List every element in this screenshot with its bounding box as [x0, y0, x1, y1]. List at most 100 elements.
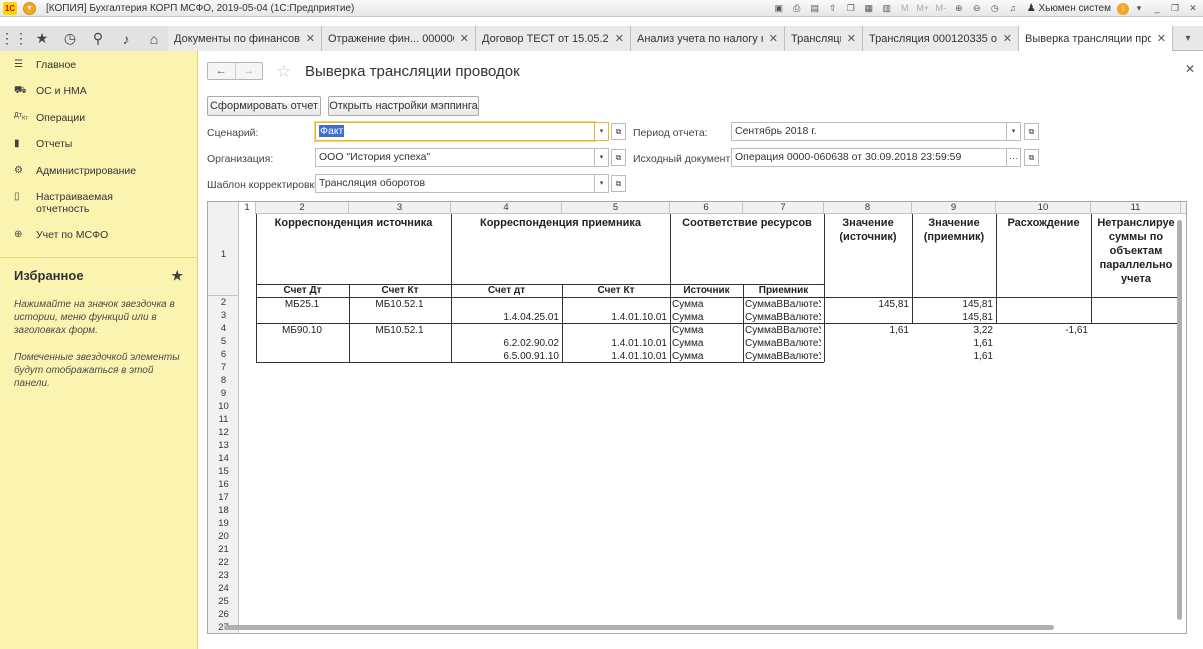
tab-translyaciya[interactable]: Трансляция 000120335 от ... ✕ — [863, 26, 1019, 51]
generate-report-button[interactable]: Сформировать отчет — [207, 96, 321, 116]
template-dropdown-icon[interactable]: ▾ — [595, 174, 609, 193]
m-minus-icon[interactable]: M- — [933, 2, 949, 15]
star-icon[interactable]: ★ — [171, 268, 183, 284]
tab-vyverka[interactable]: Выверка трансляции пров... ✕ — [1019, 26, 1173, 51]
scenario-field[interactable]: Факт — [315, 122, 595, 141]
table-cell-diff[interactable] — [998, 298, 1088, 311]
scroll-thumb[interactable] — [1177, 220, 1182, 620]
copy-icon[interactable]: ❐ — [843, 2, 859, 15]
table-cell-src[interactable]: Сумма — [672, 298, 740, 311]
table-cell-v2[interactable]: 145,81 — [914, 298, 993, 311]
table-cell-src[interactable]: Сумма — [672, 324, 740, 337]
row-header[interactable]: 11 — [208, 413, 239, 426]
zoom-in-icon[interactable]: ⊕ — [951, 2, 967, 15]
close-icon[interactable]: ✕ — [1157, 32, 1166, 45]
table-cell-dt2[interactable] — [453, 324, 559, 337]
table-cell-v2[interactable]: 1,61 — [914, 337, 993, 350]
table-cell-tgt[interactable]: СуммаВВалютеУ — [745, 298, 821, 311]
row-header[interactable]: 9 — [208, 387, 239, 400]
forward-arrow-icon[interactable]: → — [234, 63, 263, 79]
row-header[interactable]: 7 — [208, 361, 239, 374]
table-cell-src[interactable]: Сумма — [672, 350, 740, 363]
row-header[interactable]: 19 — [208, 517, 239, 530]
column-header[interactable]: 8 — [824, 202, 912, 214]
minimize-icon[interactable]: _ — [1149, 2, 1165, 15]
column-header[interactable]: 7 — [743, 202, 824, 214]
close-icon[interactable]: ✕ — [615, 32, 624, 45]
user-name[interactable]: ♟ Хьюмен систем — [1027, 3, 1111, 14]
table-cell-kt2[interactable] — [564, 298, 667, 311]
organization-dropdown-icon[interactable]: ▾ — [595, 148, 609, 167]
row-header[interactable]: 17 — [208, 491, 239, 504]
sidebar-item-custom-reports[interactable]: ▯ Настраиваемая отчетность — [0, 191, 197, 229]
favorites-star-icon[interactable]: ★ — [28, 26, 56, 51]
vertical-scrollbar[interactable] — [1175, 214, 1184, 633]
select-dots-icon[interactable]: … — [1007, 148, 1021, 167]
apps-grid-icon[interactable]: ⋮⋮ — [0, 26, 28, 51]
open-mapping-button[interactable]: Открыть настройки мэппинга — [328, 96, 479, 116]
tab-documents[interactable]: Документы по финансовы... ✕ — [168, 26, 322, 51]
table-cell-v1[interactable] — [826, 337, 909, 350]
column-header[interactable]: 9 — [912, 202, 996, 214]
row-header[interactable]: 18 — [208, 504, 239, 517]
table-cell-kt2[interactable] — [564, 324, 667, 337]
row-header[interactable]: 5 — [208, 335, 239, 348]
row-header[interactable]: 2 — [208, 296, 239, 309]
row-header[interactable]: 15 — [208, 465, 239, 478]
close-icon[interactable]: ✕ — [847, 32, 856, 45]
table-cell-kt2[interactable]: 1.4.01.10.01 — [564, 350, 667, 363]
table-cell-dt[interactable] — [258, 350, 346, 363]
table-cell-dt2[interactable] — [453, 298, 559, 311]
table-cell-src[interactable]: Сумма — [672, 311, 740, 324]
history-icon[interactable]: ◷ — [56, 26, 84, 51]
period-open-icon[interactable]: ⧉ — [1024, 123, 1039, 140]
row-header[interactable]: 23 — [208, 569, 239, 582]
row-header[interactable]: 1 — [208, 214, 239, 296]
table-cell-v1[interactable]: 1,61 — [826, 324, 909, 337]
column-header[interactable]: 4 — [451, 202, 562, 214]
report-spreadsheet[interactable]: 1 2 3 4 5 6 7 8 9 10 11 1 2 3 4 5 6 7 8 9 10 11 12… — [207, 201, 1187, 634]
table-cell-kt[interactable] — [351, 337, 448, 350]
close-icon[interactable]: ✕ — [460, 32, 469, 45]
table-cell-diff[interactable]: -1,61 — [998, 324, 1088, 337]
row-header[interactable]: 21 — [208, 543, 239, 556]
scenario-open-icon[interactable]: ⧉ — [611, 123, 626, 140]
row-header[interactable]: 16 — [208, 478, 239, 491]
tab-translyacii[interactable]: Трансляции ✕ — [785, 26, 863, 51]
sidebar-item-main[interactable]: ☰ Главное — [0, 59, 197, 85]
calendar-icon[interactable]: ▦ — [861, 2, 877, 15]
main-menu-icon[interactable]: ▼ — [23, 1, 36, 15]
table-cell-v2[interactable]: 3,22 — [914, 324, 993, 337]
sidebar-item-msfo[interactable]: ⊕ Учет по МСФО — [0, 229, 197, 253]
row-header[interactable]: 26 — [208, 608, 239, 621]
table-cell-dt[interactable]: МБ25.1 — [258, 298, 346, 311]
organization-open-icon[interactable]: ⧉ — [611, 149, 626, 166]
table-cell-dt[interactable]: МБ90.10 — [258, 324, 346, 337]
table-cell-diff[interactable] — [998, 311, 1088, 324]
m-icon[interactable]: M — [897, 2, 913, 15]
table-cell-v1[interactable] — [826, 311, 909, 324]
tab-otrazhenie[interactable]: Отражение фин... 000000023 ✕ — [322, 26, 476, 51]
sidebar-item-os[interactable]: ⛟ ОС и НМА — [0, 85, 197, 112]
scenario-dropdown-icon[interactable]: ▾ — [595, 122, 609, 141]
sidebar-item-admin[interactable]: ⚙ Администрирование — [0, 165, 197, 191]
row-header[interactable]: 8 — [208, 374, 239, 387]
table-cell-v1[interactable] — [826, 350, 909, 363]
column-header[interactable]: 5 — [562, 202, 670, 214]
period-field[interactable]: Сентябрь 2018 г. — [731, 122, 1007, 141]
table-cell-src[interactable]: Сумма — [672, 337, 740, 350]
sidebar-item-reports[interactable]: ▮ Отчеты — [0, 138, 197, 165]
save-icon[interactable]: ▣ — [771, 2, 787, 15]
close-icon[interactable]: ✕ — [769, 32, 778, 45]
close-icon[interactable]: ✕ — [1185, 62, 1195, 76]
table-cell-tgt[interactable]: СуммаВВалютеУ — [745, 311, 821, 324]
tab-analiz[interactable]: Анализ учета по налогу н... ✕ — [631, 26, 785, 51]
table-cell-tgt[interactable]: СуммаВВалютеУ — [745, 324, 821, 337]
tabs-menu-icon[interactable]: ▾ — [1173, 26, 1203, 50]
m-plus-icon[interactable]: M+ — [915, 2, 931, 15]
scroll-thumb[interactable] — [224, 625, 1054, 630]
row-header[interactable]: 10 — [208, 400, 239, 413]
horizontal-scrollbar[interactable] — [218, 623, 1178, 632]
close-icon[interactable]: ✕ — [306, 32, 315, 45]
table-cell-dt[interactable] — [258, 311, 346, 324]
